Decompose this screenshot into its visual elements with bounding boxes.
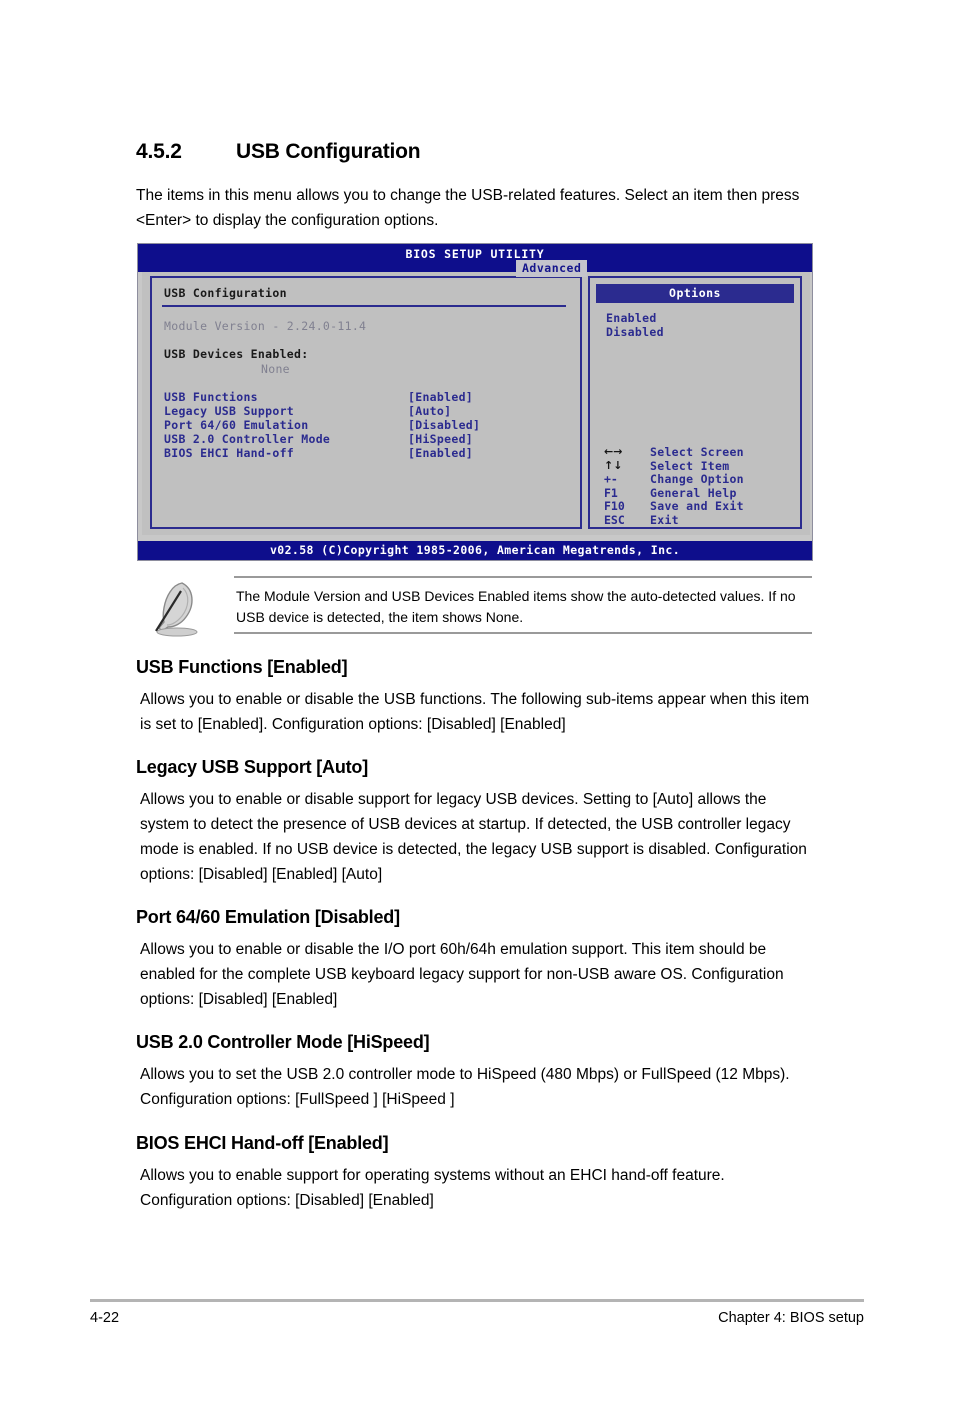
left-right-arrow-icon: ←→ (604, 445, 623, 458)
bios-menu-item-usb-2-0-controller-mode[interactable]: USB 2.0 Controller Mode [HiSpeed] (164, 432, 574, 446)
bios-menu-item-label: Port 64/60 Emulation (164, 418, 309, 432)
bios-menu-item-value[interactable]: [Enabled] (408, 446, 473, 460)
bios-right-panel: Options Enabled Disabled ←→ Select Scree… (588, 276, 802, 529)
item-title: BIOS EHCI Hand-off [Enabled] (136, 1133, 389, 1153)
item-title: USB Functions [Enabled] (136, 657, 348, 677)
item-title: Port 64/60 Emulation [Disabled] (136, 907, 400, 927)
bios-key-description: Exit (650, 512, 679, 527)
bios-menu-item-label: Legacy USB Support (164, 404, 295, 418)
bios-menu-item-value[interactable]: [Disabled] (408, 418, 480, 432)
bios-menu-item-usb-functions[interactable]: USB Functions [Enabled] (164, 390, 574, 404)
item-section-legacy-usb-support: Legacy USB Support [Auto] Allows you to … (136, 757, 812, 887)
item-title: Legacy USB Support [Auto] (136, 757, 368, 777)
bios-key-exit: ESC Exit (604, 513, 794, 527)
bios-title: BIOS SETUP UTILITY (405, 247, 545, 261)
section-number: 4.5.2 (136, 140, 182, 163)
bios-usb-devices-enabled-value: None (261, 362, 290, 376)
bios-option-enabled[interactable]: Enabled (606, 311, 664, 325)
bios-copyright-footer: v02.58 (C)Copyright 1985-2006, American … (138, 541, 812, 560)
item-title: USB 2.0 Controller Mode [HiSpeed] (136, 1032, 430, 1052)
section-intro-text: The items in this menu allows you to cha… (136, 187, 800, 229)
bios-body: USB Configuration Module Version - 2.24.… (142, 272, 810, 535)
footer-divider (90, 1299, 864, 1302)
bios-panel-divider (162, 305, 566, 307)
section-title: USB Configuration (236, 140, 421, 163)
bios-key-save-and-exit: F10 Save and Exit (604, 499, 794, 513)
bios-setup-screenshot: BIOS SETUP UTILITY Advanced USB Configur… (137, 243, 813, 561)
bios-panel-title: USB Configuration (164, 286, 287, 300)
up-down-arrow-icon: ↑↓ (604, 458, 623, 472)
page-title: 4.5.2 USB Configuration (136, 140, 836, 164)
item-body: Allows you to enable or disable support … (140, 791, 807, 883)
bios-tab-advanced[interactable]: Advanced (516, 260, 588, 277)
esc-key-icon: ESC (604, 512, 625, 527)
bios-menu-item-label: BIOS EHCI Hand-off (164, 446, 295, 460)
bios-key-description: Select Item (650, 458, 730, 473)
bios-menu-item-bios-ehci-hand-off[interactable]: BIOS EHCI Hand-off [Enabled] (164, 446, 574, 460)
note-divider-bottom (234, 632, 812, 634)
bios-menu-item-value[interactable]: [Enabled] (408, 390, 473, 404)
bios-key-description: Change Option (650, 472, 744, 486)
item-body: Allows you to enable or disable the USB … (140, 691, 810, 733)
bios-menu-item-legacy-usb-support[interactable]: Legacy USB Support [Auto] (164, 404, 574, 418)
item-section-usb-functions: USB Functions [Enabled] Allows you to en… (136, 657, 812, 737)
bios-options-list: Enabled Disabled (606, 311, 664, 339)
bios-menu-item-value[interactable]: [Auto] (408, 404, 451, 418)
chapter-label: Chapter 4: BIOS setup (718, 1310, 864, 1326)
bios-key-description: Select Screen (650, 445, 744, 459)
item-body: Allows you to enable or disable the I/O … (140, 941, 784, 1008)
page-number: 4-22 (90, 1310, 120, 1326)
bios-menu-item-label: USB Functions (164, 390, 258, 404)
bios-module-version: Module Version - 2.24.0-11.4 (164, 319, 367, 333)
item-body: Allows you to enable support for operati… (140, 1167, 725, 1209)
bios-usb-devices-enabled-label: USB Devices Enabled: (164, 347, 309, 361)
note-text: The Module Version and USB Devices Enabl… (236, 588, 796, 625)
bios-menu-item-value[interactable]: [HiSpeed] (408, 432, 473, 446)
bios-options-header: Options (596, 284, 794, 303)
item-section-port-64-60-emulation: Port 64/60 Emulation [Disabled] Allows y… (136, 907, 812, 1012)
bios-option-disabled[interactable]: Disabled (606, 325, 664, 339)
item-body: Allows you to set the USB 2.0 controller… (140, 1066, 790, 1108)
bios-menu-item-port-64-60-emulation[interactable]: Port 64/60 Emulation [Disabled] (164, 418, 574, 432)
bios-menu-item-label: USB 2.0 Controller Mode (164, 432, 331, 446)
bios-key-change-option: +- Change Option (604, 472, 794, 486)
bios-key-legend: ←→ Select Screen ↑↓ Select Item +- Chang… (604, 445, 794, 527)
item-section-bios-ehci-hand-off: BIOS EHCI Hand-off [Enabled] Allows you … (136, 1133, 812, 1213)
plus-minus-key-icon: +- (604, 472, 618, 486)
bios-key-select-screen: ←→ Select Screen (604, 445, 794, 459)
f10-key-icon: F10 (604, 499, 625, 513)
bios-menu-list: USB Functions [Enabled] Legacy USB Suppo… (164, 390, 574, 460)
note-divider-top (234, 576, 812, 578)
bios-key-select-item: ↑↓ Select Item (604, 459, 794, 473)
quill-pen-icon (142, 579, 206, 639)
f1-key-icon: F1 (604, 485, 618, 500)
item-section-usb-2-0-controller-mode: USB 2.0 Controller Mode [HiSpeed] Allows… (136, 1032, 812, 1112)
bios-key-general-help: F1 General Help (604, 486, 794, 500)
bios-left-panel: USB Configuration Module Version - 2.24.… (150, 276, 582, 529)
bios-key-description: Save and Exit (650, 499, 744, 513)
document-page: 4.5.2 USB Configuration The items in this… (0, 0, 954, 1406)
bios-key-description: General Help (650, 485, 737, 500)
note-block: The Module Version and USB Devices Enabl… (136, 575, 812, 641)
